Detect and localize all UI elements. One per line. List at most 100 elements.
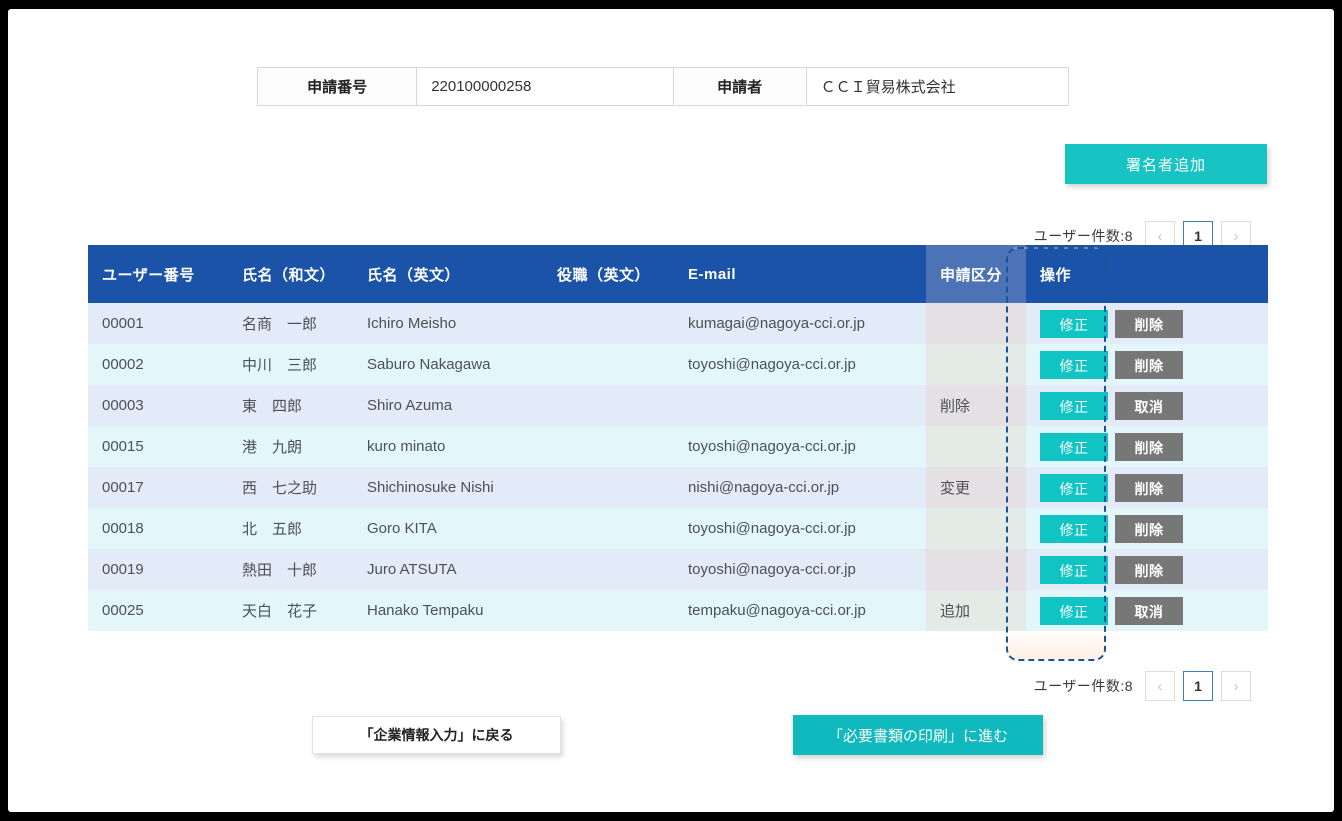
proceed-to-print-documents-button[interactable]: 「必要書類の印刷」に進む xyxy=(793,715,1043,755)
browser-page: 申請番号 220100000258 申請者 ＣＣＩ貿易株式会社 署名者追加 ユー… xyxy=(8,9,1334,812)
cell-email xyxy=(674,385,926,426)
table-row: 00002 中川 三郎 Saburo Nakagawa toyoshi@nagoya-… xyxy=(88,344,1268,385)
pagination-page-1-bottom[interactable]: 1 xyxy=(1183,671,1213,701)
cell-name-en: kuro minato xyxy=(353,426,543,467)
table-row: 00017 西 七之助 Shichinosuke Nishi nishi@nagoya… xyxy=(88,467,1268,508)
column-header-user-no: ユーザー番号 xyxy=(88,245,228,303)
table-row: 00018 北 五郎 Goro KITA toyoshi@nagoya-cci.or.… xyxy=(88,508,1268,549)
cell-operation: 修正 削除 xyxy=(1026,344,1268,385)
cell-name-jp: 東 四郎 xyxy=(228,385,353,426)
edit-button[interactable]: 修正 xyxy=(1040,309,1108,338)
cell-user-no: 00018 xyxy=(88,508,228,549)
cell-email: toyoshi@nagoya-cci.or.jp xyxy=(674,426,926,467)
delete-button[interactable]: 削除 xyxy=(1115,432,1183,461)
cell-kubun: 追加 xyxy=(926,590,1026,631)
page-content: 申請番号 220100000258 申請者 ＣＣＩ貿易株式会社 署名者追加 ユー… xyxy=(26,30,1316,802)
cell-name-jp: 中川 三郎 xyxy=(228,344,353,385)
delete-button[interactable]: 削除 xyxy=(1115,555,1183,584)
user-table-body: 00001 名商 一郎 Ichiro Meisho kumagai@nagoya-cc… xyxy=(88,303,1268,631)
user-table: ユーザー番号 氏名（和文） 氏名（英文） 役職（英文） E-mail 申請区分 … xyxy=(88,245,1268,631)
cell-user-no: 00019 xyxy=(88,549,228,590)
cell-kubun xyxy=(926,303,1026,344)
cell-email: toyoshi@nagoya-cci.or.jp xyxy=(674,344,926,385)
cell-email: kumagai@nagoya-cci.or.jp xyxy=(674,303,926,344)
user-table-container: ユーザー番号 氏名（和文） 氏名（英文） 役職（英文） E-mail 申請区分 … xyxy=(88,245,1268,631)
edit-button[interactable]: 修正 xyxy=(1040,473,1108,502)
cell-title-en xyxy=(543,590,674,631)
cell-name-jp: 港 九朗 xyxy=(228,426,353,467)
cell-name-en: Juro ATSUTA xyxy=(353,549,543,590)
edit-button[interactable]: 修正 xyxy=(1040,432,1108,461)
add-signer-button[interactable]: 署名者追加 xyxy=(1065,144,1267,184)
table-row: 00025 天白 花子 Hanako Tempaku tempaku@nagoya-c… xyxy=(88,590,1268,631)
cell-name-jp: 熱田 十郎 xyxy=(228,549,353,590)
user-count-label-top: ユーザー件数:8 xyxy=(1033,228,1133,244)
delete-button[interactable]: 取消 xyxy=(1115,596,1183,625)
user-count-label-bottom: ユーザー件数:8 xyxy=(1033,678,1133,694)
pagination-prev-bottom[interactable]: ‹ xyxy=(1145,671,1175,701)
pagination-bottom: ユーザー件数:8 ‹ 1 › xyxy=(831,671,1251,701)
cell-name-jp: 西 七之助 xyxy=(228,467,353,508)
applicant-label: 申請者 xyxy=(672,67,807,106)
cell-kubun xyxy=(926,344,1026,385)
delete-button[interactable]: 取消 xyxy=(1115,391,1183,420)
cell-operation: 修正 削除 xyxy=(1026,508,1268,549)
column-header-kubun: 申請区分 xyxy=(926,245,1026,303)
cell-name-en: Hanako Tempaku xyxy=(353,590,543,631)
edit-button[interactable]: 修正 xyxy=(1040,514,1108,543)
cell-kubun: 変更 xyxy=(926,467,1026,508)
edit-button[interactable]: 修正 xyxy=(1040,391,1108,420)
cell-name-en: Shichinosuke Nishi xyxy=(353,467,543,508)
cell-email: toyoshi@nagoya-cci.or.jp xyxy=(674,549,926,590)
cell-kubun xyxy=(926,426,1026,467)
cell-title-en xyxy=(543,344,674,385)
cell-email: nishi@nagoya-cci.or.jp xyxy=(674,467,926,508)
edit-button[interactable]: 修正 xyxy=(1040,350,1108,379)
delete-button[interactable]: 削除 xyxy=(1115,309,1183,338)
cell-user-no: 00001 xyxy=(88,303,228,344)
cell-kubun: 削除 xyxy=(926,385,1026,426)
cell-operation: 修正 削除 xyxy=(1026,426,1268,467)
back-to-company-info-button[interactable]: 「企業情報入力」に戻る xyxy=(312,716,561,754)
cell-operation: 修正 削除 xyxy=(1026,549,1268,590)
delete-button[interactable]: 削除 xyxy=(1115,514,1183,543)
delete-button[interactable]: 削除 xyxy=(1115,350,1183,379)
cell-title-en xyxy=(543,426,674,467)
cell-title-en xyxy=(543,303,674,344)
applicant-value: ＣＣＩ貿易株式会社 xyxy=(805,67,1070,106)
cell-title-en xyxy=(543,467,674,508)
cell-name-en: Ichiro Meisho xyxy=(353,303,543,344)
cell-kubun xyxy=(926,508,1026,549)
cell-name-en: Saburo Nakagawa xyxy=(353,344,543,385)
cell-kubun xyxy=(926,549,1026,590)
cell-operation: 修正 取消 xyxy=(1026,590,1268,631)
cell-email: tempaku@nagoya-cci.or.jp xyxy=(674,590,926,631)
application-number-value: 220100000258 xyxy=(416,67,674,106)
cell-name-en: Shiro Azuma xyxy=(353,385,543,426)
cell-operation: 修正 削除 xyxy=(1026,467,1268,508)
table-header-row: ユーザー番号 氏名（和文） 氏名（英文） 役職（英文） E-mail 申請区分 … xyxy=(88,245,1268,303)
cell-name-jp: 北 五郎 xyxy=(228,508,353,549)
edit-button[interactable]: 修正 xyxy=(1040,555,1108,584)
cell-name-en: Goro KITA xyxy=(353,508,543,549)
edit-button[interactable]: 修正 xyxy=(1040,596,1108,625)
table-row: 00015 港 九朗 kuro minato toyoshi@nagoya-cci.o… xyxy=(88,426,1268,467)
table-row: 00019 熱田 十郎 Juro ATSUTA toyoshi@nagoya-cci.… xyxy=(88,549,1268,590)
column-header-email: E-mail xyxy=(674,245,926,303)
application-number-label: 申請番号 xyxy=(256,67,418,106)
cell-operation: 修正 削除 xyxy=(1026,303,1268,344)
cell-user-no: 00017 xyxy=(88,467,228,508)
column-header-name-en: 氏名（英文） xyxy=(353,245,543,303)
cell-name-jp: 名商 一郎 xyxy=(228,303,353,344)
cell-user-no: 00025 xyxy=(88,590,228,631)
column-header-operation: 操作 xyxy=(1026,245,1268,303)
cell-user-no: 00003 xyxy=(88,385,228,426)
delete-button[interactable]: 削除 xyxy=(1115,473,1183,502)
cell-user-no: 00015 xyxy=(88,426,228,467)
table-row: 00003 東 四郎 Shiro Azuma 削除 修正 取消 xyxy=(88,385,1268,426)
column-header-title-en: 役職（英文） xyxy=(543,245,674,303)
cell-email: toyoshi@nagoya-cci.or.jp xyxy=(674,508,926,549)
pagination-next-bottom[interactable]: › xyxy=(1221,671,1251,701)
cell-title-en xyxy=(543,385,674,426)
cell-operation: 修正 取消 xyxy=(1026,385,1268,426)
